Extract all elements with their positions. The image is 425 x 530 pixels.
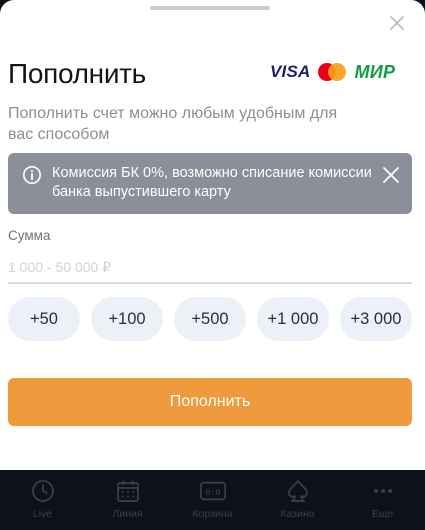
scoreboard-icon: 0:0 bbox=[199, 481, 226, 501]
quick-amount-100[interactable]: +100 bbox=[91, 297, 163, 341]
tab-label: Корзина bbox=[192, 508, 233, 520]
subtitle: Пополнить счет можно любым удобным для в… bbox=[8, 105, 338, 143]
mir-logo: МИР bbox=[354, 61, 396, 82]
tab-line[interactable]: Линия bbox=[88, 478, 168, 520]
close-button[interactable] bbox=[386, 12, 408, 34]
clock-icon bbox=[31, 480, 54, 502]
bottom-tabbar: Live Линия 0:0 Корзина Казино Еще bbox=[0, 470, 425, 530]
spade-icon bbox=[287, 480, 308, 502]
quick-amounts: +50 +100 +500 +1 000 +3 000 bbox=[8, 297, 412, 341]
close-icon bbox=[390, 16, 404, 30]
quick-amount-3000[interactable]: +3 000 bbox=[340, 297, 412, 341]
page-title: Пополнить bbox=[8, 58, 146, 89]
tab-more[interactable]: Еще bbox=[343, 478, 423, 520]
info-icon bbox=[23, 166, 41, 184]
svg-text:0:0: 0:0 bbox=[205, 487, 220, 497]
drag-handle[interactable] bbox=[150, 6, 270, 10]
topup-sheet: Пополнить VISA МИР Пополнить счет можно … bbox=[0, 0, 425, 470]
quick-amount-500[interactable]: +500 bbox=[174, 297, 246, 341]
tab-label: Линия bbox=[112, 508, 143, 520]
mastercard-logo bbox=[318, 63, 347, 81]
tab-live[interactable]: Live bbox=[3, 478, 83, 520]
amount-label: Сумма bbox=[8, 228, 51, 243]
commission-notice: Комиссия БК 0%, возможно списание комисс… bbox=[8, 153, 412, 214]
calendar-icon bbox=[116, 481, 139, 502]
tab-cart[interactable]: 0:0 Корзина bbox=[173, 478, 253, 520]
tab-casino[interactable]: Казино bbox=[258, 478, 338, 520]
more-dots-icon bbox=[373, 489, 392, 493]
notice-close-icon[interactable] bbox=[381, 165, 401, 185]
notice-text: Комиссия БК 0%, возможно списание комисс… bbox=[52, 165, 372, 200]
quick-amount-50[interactable]: +50 bbox=[8, 297, 80, 341]
payment-logos: VISA МИР bbox=[270, 60, 395, 84]
submit-topup-button[interactable]: Пополнить bbox=[8, 378, 412, 426]
quick-amount-1000[interactable]: +1 000 bbox=[257, 297, 329, 341]
tab-label: Казино bbox=[280, 508, 315, 520]
visa-logo: VISA bbox=[270, 62, 311, 81]
amount-input[interactable] bbox=[8, 252, 412, 284]
tab-label: Еще bbox=[371, 508, 394, 520]
tab-label: Live bbox=[32, 508, 53, 520]
